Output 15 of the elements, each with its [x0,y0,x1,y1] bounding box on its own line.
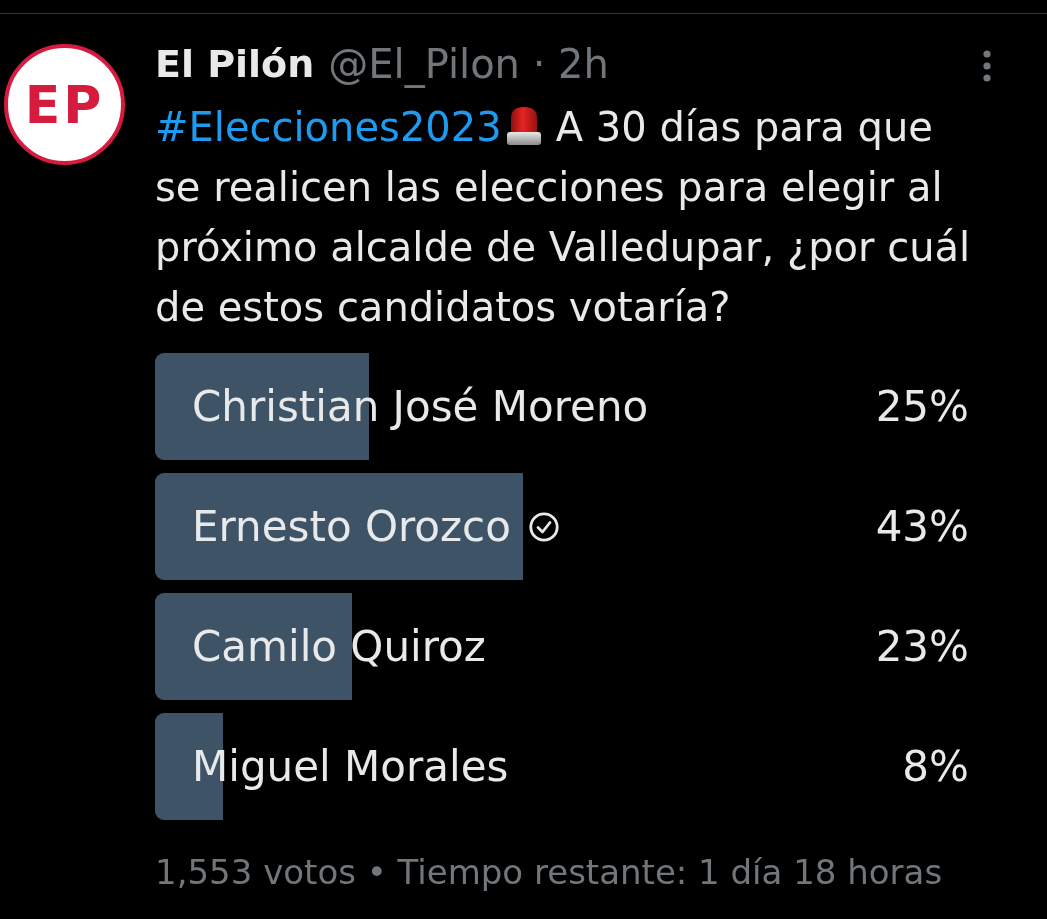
hashtag-link[interactable]: #Elecciones2023 [155,104,502,150]
author-name[interactable]: El Pilón [155,42,315,86]
option-label: Miguel Morales [192,742,509,791]
option-percentage: 43% [875,502,969,551]
option-percentage: 23% [875,622,969,671]
option-percentage: 8% [902,742,969,791]
avatar-logo[interactable]: EP [4,44,125,165]
author-handle-time: @El_Pilon · 2h [328,41,609,87]
poll-footer: 1,553 votos • Tiempo restante: 1 día 18 horas [155,847,1011,897]
more-options-icon[interactable] [983,50,991,82]
siren-icon [505,106,542,146]
tweet-text: #Elecciones2023 A 30 días para que se realicen las elecciones para elegir al próximo alcalde de Valledupar, ¿por cuál de estos candidatos votaría? [155,103,972,332]
option-label: Camilo Quiroz [192,622,486,671]
option-percentage: 25% [875,382,969,431]
option-label: Ernesto Orozco [192,502,511,551]
